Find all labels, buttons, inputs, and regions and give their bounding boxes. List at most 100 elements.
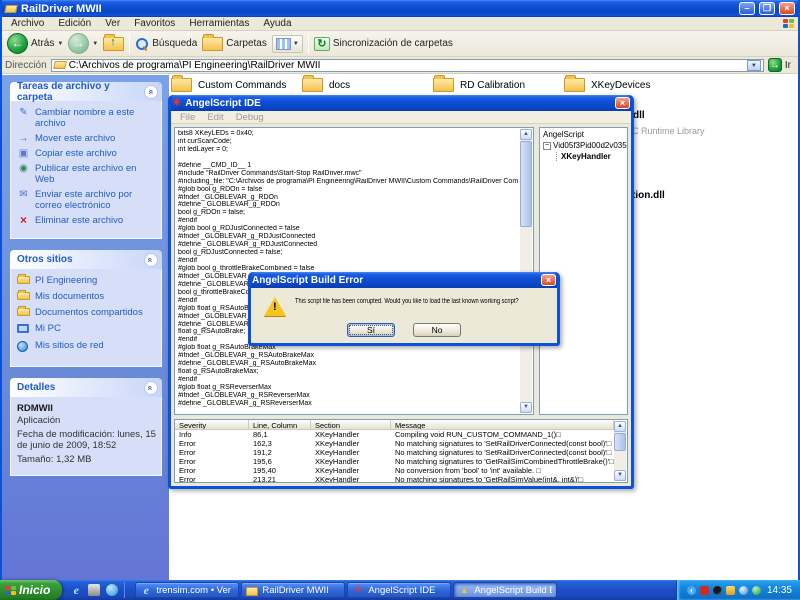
task-link[interactable]: Mover este archivo [17,133,158,144]
address-dropdown-button[interactable] [747,60,761,71]
close-button[interactable]: × [779,2,795,15]
details-header[interactable]: Detalles [10,378,162,397]
place-link[interactable]: Mis documentos [17,291,158,303]
menu-item[interactable]: Favoritos [127,18,182,29]
tree-device-node[interactable]: Vid05f3Pid00d2v0350Uid [543,141,626,150]
start-button[interactable]: Inicio [0,580,62,600]
taskbar-window-button[interactable]: trensim.com • Ver Te... [135,582,239,598]
menu-item[interactable]: Ver [98,18,127,29]
error-row[interactable]: Error 195,6 XKeyHandler No matching sign… [175,457,614,466]
ide-titlebar[interactable]: AngelScript IDE × [171,95,631,111]
folders-button[interactable]: Carpetas [202,37,267,51]
up-button[interactable] [103,37,124,51]
tray-icon[interactable] [726,586,735,595]
tray-icon[interactable] [687,586,696,595]
dialog-close-button[interactable]: × [541,274,556,286]
quick-launch-icon[interactable] [70,584,82,596]
place-label: PI Engineering [35,275,97,287]
scroll-down-button[interactable] [520,402,532,413]
maximize-button[interactable]: ❐ [759,2,775,15]
search-button[interactable]: Búsqueda [135,37,197,51]
collapse-chevron-icon[interactable] [144,381,158,395]
yes-button[interactable]: Sí [347,323,395,337]
tree-handler-node[interactable]: XKeyHandler [556,152,626,161]
task-link[interactable]: Cambiar nombre a este archivo [17,107,158,129]
scroll-up-button[interactable] [614,421,626,432]
script-tree-panel[interactable]: AngelScript Vid05f3Pid00d2v0350Uid XKeyH… [539,127,628,415]
place-link[interactable]: Mis sitios de red [17,340,158,355]
back-icon [7,33,28,54]
partial-file-label[interactable]: C Runtime Library [632,126,705,136]
scroll-down-button[interactable] [614,470,626,481]
other-places-header[interactable]: Otros sitios [10,250,162,269]
quick-launch-icon[interactable] [88,584,100,596]
error-row[interactable]: Error 195,40 XKeyHandler No conversion f… [175,466,614,475]
folder-tile[interactable]: XKeyDevices [564,78,695,92]
partial-file-label[interactable]: tion.dll [632,190,665,201]
back-dropdown-icon[interactable]: ▼ [57,41,63,47]
menu-item[interactable]: Ayuda [256,18,298,29]
back-button[interactable]: Atrás ▼ [7,33,63,54]
taskbar-button-label: trensim.com • Ver Te... [156,585,234,596]
dialog-titlebar[interactable]: AngelScript Build Error × [251,272,557,288]
build-output-panel[interactable]: Severity Line, Column Section Message In… [174,419,628,483]
column-section[interactable]: Section [311,420,391,429]
minimize-button[interactable]: – [739,2,755,15]
folder-sync-button[interactable]: Sincronización de carpetas [314,37,453,51]
folder-label: Custom Commands [198,80,286,91]
task-link[interactable]: Enviar este archivo por correo electróni… [17,189,158,211]
explorer-titlebar[interactable]: RailDriver MWII – ❐ × [2,0,798,17]
taskbar-window-button[interactable]: RailDriver MWII [241,582,345,598]
error-severity-cell: Error [175,448,249,457]
go-button[interactable]: Ir [768,58,795,72]
collapse-chevron-icon[interactable] [144,253,158,267]
ide-menu-item[interactable]: Edit [202,112,228,123]
column-line[interactable]: Line, Column [249,420,311,429]
tray-icon[interactable] [739,586,748,595]
taskbar-window-button[interactable]: AngelScript IDE [347,582,451,598]
menu-item[interactable]: Herramientas [182,18,256,29]
taskbar-window-button[interactable]: AngelScript Build Error [453,582,557,598]
file-tasks-header[interactable]: Tareas de archivo y carpeta [10,82,162,101]
ide-menu-item[interactable]: Debug [231,112,269,123]
forward-button[interactable]: ▼ [68,33,98,54]
code-editor[interactable]: bits8 XKeyLEDs = 0x40; int curScanCode; … [174,127,534,415]
tree-collapse-icon[interactable] [543,142,551,150]
scroll-up-button[interactable] [520,129,532,140]
tray-icon[interactable] [752,586,761,595]
forward-dropdown-icon[interactable]: ▼ [92,41,98,47]
task-link[interactable]: Publicar este archivo en Web [17,163,158,185]
place-link[interactable]: Documentos compartidos [17,307,158,319]
quick-launch [62,580,133,600]
task-link[interactable]: Copiar este archivo [17,148,158,159]
menu-item[interactable]: Archivo [4,18,51,29]
ide-menu-item[interactable]: File [175,112,200,123]
place-link[interactable]: PI Engineering [17,275,158,287]
column-message[interactable]: Message [391,420,614,429]
error-row[interactable]: Error 191,2 XKeyHandler No matching sign… [175,448,614,457]
no-button[interactable]: No [413,323,461,337]
place-link[interactable]: Mi PC [17,323,158,336]
error-row[interactable]: Error 213,21 XKeyHandler No matching sig… [175,475,614,483]
error-panel-scrollbar[interactable] [614,421,626,481]
partial-file-label[interactable]: dll [633,110,645,121]
error-row[interactable]: Info 86,1 XKeyHandler Compiling void RUN… [175,430,614,439]
task-link[interactable]: Eliminar este archivo [17,215,158,227]
scroll-thumb[interactable] [614,433,626,451]
tray-icon[interactable] [700,586,709,595]
error-row[interactable]: Error 162,3 XKeyHandler No matching sign… [175,439,614,448]
quick-launch-icon[interactable] [106,584,118,596]
ide-close-button[interactable]: × [615,97,630,109]
scroll-thumb[interactable] [520,141,532,227]
folder-tiles-row: Custom Commands docs RD Calibration [171,78,798,92]
folder-tile[interactable]: docs [302,78,433,92]
views-button[interactable]: ▼ [272,35,303,53]
code-editor-scrollbar[interactable] [520,129,532,413]
collapse-chevron-icon[interactable] [144,85,158,99]
folder-tile[interactable]: Custom Commands [171,78,302,92]
tray-icon[interactable] [713,586,722,595]
column-severity[interactable]: Severity [175,420,249,429]
folder-tile[interactable]: RD Calibration [433,78,564,92]
address-input[interactable]: C:\Archivos de programa\PI Engineering\R… [51,59,764,72]
menu-item[interactable]: Edición [51,18,98,29]
